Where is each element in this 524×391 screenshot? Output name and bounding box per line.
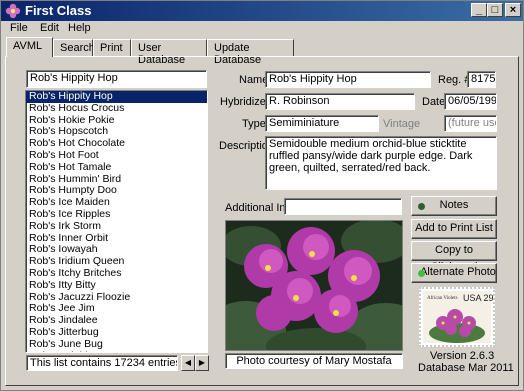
- menu-bar: File Edit Help: [1, 21, 523, 37]
- list-item[interactable]: Rob's June Bug: [26, 338, 207, 351]
- list-count-status: This list contains 17234 entries: [26, 355, 178, 371]
- version-label: Version 2.6.3: [430, 350, 495, 362]
- indicator-light-icon: [418, 203, 425, 210]
- date-field[interactable]: 06/05/1995: [444, 93, 497, 110]
- list-item[interactable]: Rob's Hocus Crocus: [26, 102, 207, 115]
- list-item[interactable]: Rob's Ice Ripples: [26, 208, 207, 221]
- menu-help[interactable]: Help: [68, 22, 91, 34]
- scroll-right-arrow-icon[interactable]: ▶: [195, 355, 209, 371]
- description-textarea[interactable]: Semidouble medium orchid-blue sticktite …: [265, 136, 497, 190]
- violet-flower-icon: [5, 3, 21, 19]
- tab-user-database[interactable]: User Database: [131, 39, 207, 66]
- tab-print[interactable]: Print: [93, 39, 131, 56]
- cultivar-list[interactable]: Rob's Hippity Hop Rob's Hocus Crocus Rob's…: [25, 90, 208, 353]
- list-item[interactable]: Rob's Kaleidoscope: [26, 350, 207, 352]
- title-bar: First Class _ □ ×: [1, 1, 523, 21]
- menu-edit[interactable]: Edit: [40, 22, 59, 34]
- menu-file[interactable]: File: [10, 22, 28, 34]
- reg-label: Reg. #: [438, 74, 471, 86]
- database-label: Database Mar 2011: [418, 362, 514, 374]
- tab-avml[interactable]: AVML: [6, 37, 53, 57]
- tab-update-database[interactable]: Update Database: [207, 39, 294, 66]
- add-to-print-list-button[interactable]: Add to Print List: [411, 219, 497, 239]
- notes-button[interactable]: Notes: [411, 196, 497, 216]
- indicator-light-icon: [418, 270, 425, 277]
- photo-caption: Photo courtesy of Mary Mostafa: [225, 353, 403, 369]
- tab-search[interactable]: Search: [53, 39, 95, 56]
- hybridizer-label: Hybridizer: [220, 96, 270, 108]
- name-label: Name: [239, 74, 269, 86]
- app-window: First Class _ □ × File Edit Help AVML Se…: [0, 0, 524, 391]
- name-field[interactable]: Rob's Hippity Hop: [265, 71, 431, 88]
- hybridizer-field[interactable]: R. Robinson: [265, 93, 415, 110]
- list-item[interactable]: Rob's Irk Storm: [26, 220, 207, 233]
- reg-number-field[interactable]: 8175: [467, 71, 496, 88]
- list-item[interactable]: Rob's Itchy Britches: [26, 267, 207, 280]
- additional-info-field[interactable]: [284, 198, 402, 215]
- stamp-text: African Violets: [427, 296, 458, 301]
- search-input[interactable]: Rob's Hippity Hop: [26, 70, 207, 88]
- vintage-field: (future use): [444, 115, 497, 132]
- scroll-left-arrow-icon[interactable]: ◀: [181, 355, 195, 371]
- stamp-value: USA 29: [463, 293, 493, 303]
- date-label: Date: [422, 96, 446, 108]
- list-item[interactable]: Rob's Jitterbug: [26, 326, 207, 339]
- window-title: First Class: [25, 3, 92, 18]
- tab-strip: AVML Search Print User Database Update D…: [1, 37, 523, 66]
- african-violet-photo-image: [226, 221, 402, 350]
- violet-stamp-image: African Violets USA 29: [423, 291, 494, 343]
- horizontal-scroll[interactable]: ◀ ▶: [181, 355, 209, 371]
- postage-stamp: African Violets USA 29: [419, 287, 495, 347]
- type-label: Type: [242, 118, 266, 130]
- close-button[interactable]: ×: [505, 3, 521, 17]
- list-item[interactable]: Rob's Itty Bitty: [26, 279, 207, 292]
- list-item[interactable]: Rob's Hot Tamale: [26, 161, 207, 174]
- type-field[interactable]: Semiminiature: [265, 115, 379, 132]
- alternate-photo-button[interactable]: Alternate Photo: [411, 263, 497, 283]
- vintage-label: Vintage: [383, 118, 421, 130]
- list-item[interactable]: Rob's Hot Foot: [26, 149, 207, 162]
- minimize-button[interactable]: _: [471, 3, 487, 17]
- copy-to-clipboard-button[interactable]: Copy to Clipboard: [411, 241, 497, 273]
- maximize-button[interactable]: □: [487, 3, 503, 17]
- violet-photo: [225, 220, 403, 351]
